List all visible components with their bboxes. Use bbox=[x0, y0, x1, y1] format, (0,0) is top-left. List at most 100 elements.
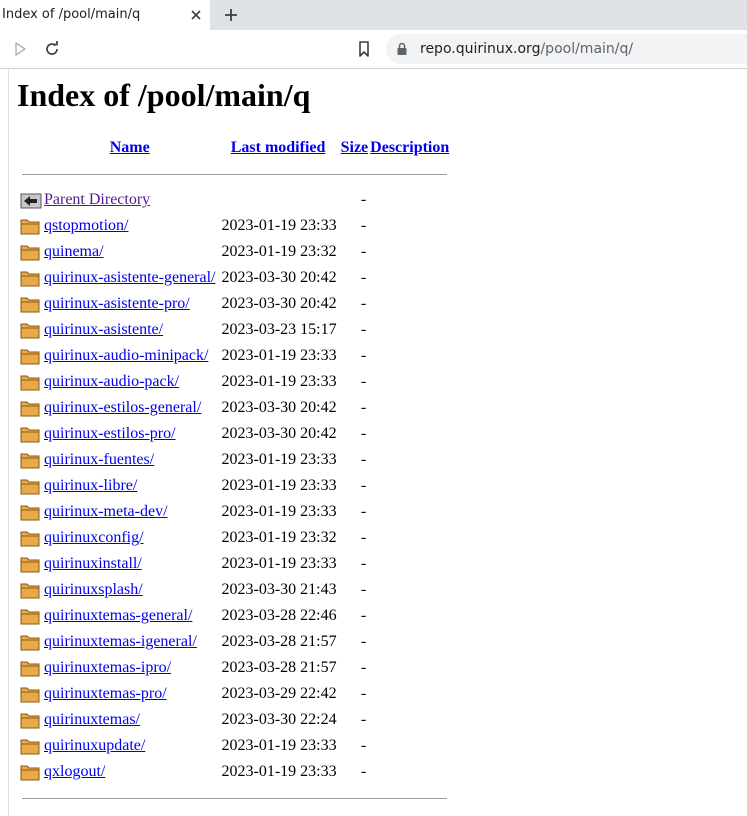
play-icon[interactable] bbox=[11, 40, 29, 58]
folder-link[interactable]: quirinux-meta-dev/ bbox=[44, 503, 168, 520]
folder-icon bbox=[20, 399, 42, 417]
size-cell: - bbox=[360, 347, 367, 364]
modified-cell: 2023-03-30 22:24 bbox=[221, 711, 337, 728]
folder-link[interactable]: quirinuxtemas-ipro/ bbox=[44, 659, 171, 676]
address-bar[interactable]: repo.quirinux.org/pool/main/q/ bbox=[386, 34, 747, 64]
lock-icon bbox=[397, 42, 407, 55]
size-cell: - bbox=[360, 217, 367, 234]
parent-date-cell bbox=[218, 187, 339, 213]
icon-cell bbox=[20, 681, 42, 707]
folder-link[interactable]: quinema/ bbox=[44, 243, 104, 260]
modified-header: Last modified bbox=[218, 135, 339, 161]
folder-link[interactable]: quirinux-audio-pack/ bbox=[44, 373, 179, 390]
name-cell: qxlogout/ bbox=[44, 759, 216, 785]
folder-icon bbox=[20, 451, 42, 469]
folder-link[interactable]: quirinuxtemas-igeneral/ bbox=[44, 633, 197, 650]
url-host: repo.quirinux.org bbox=[420, 41, 541, 57]
parent-name-cell: Parent Directory bbox=[44, 187, 216, 213]
size-cell: - bbox=[360, 503, 367, 520]
icon-cell bbox=[20, 447, 42, 473]
url-path: /pool/main/q/ bbox=[540, 41, 634, 57]
close-icon[interactable] bbox=[189, 8, 203, 22]
folder-link[interactable]: quirinuxtemas-general/ bbox=[44, 607, 192, 624]
list-item: quirinuxtemas/2023-03-30 22:24 - bbox=[20, 707, 449, 733]
folder-icon bbox=[20, 373, 42, 391]
name-cell: quirinux-audio-minipack/ bbox=[44, 343, 216, 369]
folder-link[interactable]: qxlogout/ bbox=[44, 763, 105, 780]
description-cell bbox=[370, 759, 449, 785]
divider-line bbox=[22, 797, 448, 799]
folder-link[interactable]: quirinux-estilos-general/ bbox=[44, 399, 201, 416]
modified-cell: 2023-01-19 23:33 bbox=[221, 503, 337, 520]
description-cell bbox=[370, 291, 449, 317]
folder-link[interactable]: quirinuxinstall/ bbox=[44, 555, 142, 572]
folder-link[interactable]: quirinuxupdate/ bbox=[44, 737, 145, 754]
active-tab[interactable]: Index of /pool/main/q bbox=[0, 0, 210, 30]
modified-cell: 2023-01-19 23:33 bbox=[221, 737, 337, 754]
modified-cell: 2023-03-28 21:57 bbox=[221, 659, 337, 676]
description-cell bbox=[370, 603, 449, 629]
sort-description-link[interactable]: Description bbox=[370, 139, 449, 156]
folder-link[interactable]: quirinux-asistente-general/ bbox=[44, 269, 216, 286]
folder-link[interactable]: qstopmotion/ bbox=[44, 217, 128, 234]
description-cell bbox=[370, 499, 449, 525]
name-cell: quirinux-fuentes/ bbox=[44, 447, 216, 473]
plus-icon[interactable] bbox=[223, 7, 239, 23]
modified-cell: 2023-03-28 22:46 bbox=[221, 607, 337, 624]
list-item: quirinux-asistente-general/2023-03-30 20… bbox=[20, 265, 449, 291]
size-cell: - bbox=[360, 243, 367, 260]
bookmark-icon[interactable] bbox=[355, 40, 373, 58]
icon-cell bbox=[20, 499, 42, 525]
description-cell bbox=[370, 577, 449, 603]
icon-cell bbox=[20, 473, 42, 499]
folder-link[interactable]: quirinuxconfig/ bbox=[44, 529, 144, 546]
list-item: quirinuxinstall/2023-01-19 23:33 - bbox=[20, 551, 449, 577]
name-cell: qstopmotion/ bbox=[44, 213, 216, 239]
description-cell bbox=[370, 239, 449, 265]
modified-cell: 2023-01-19 23:33 bbox=[221, 477, 337, 494]
name-cell: quirinux-estilos-general/ bbox=[44, 395, 216, 421]
description-cell bbox=[370, 681, 449, 707]
folder-link[interactable]: quirinux-audio-minipack/ bbox=[44, 347, 208, 364]
divider-cell bbox=[20, 161, 449, 187]
list-item: quirinux-audio-minipack/2023-01-19 23:33… bbox=[20, 343, 449, 369]
list-item: quirinuxtemas-general/2023-03-28 22:46 - bbox=[20, 603, 449, 629]
folder-link[interactable]: quirinuxsplash/ bbox=[44, 581, 143, 598]
header-divider bbox=[20, 161, 449, 187]
icon-cell bbox=[20, 733, 42, 759]
folder-icon bbox=[20, 685, 42, 703]
list-item: quirinux-estilos-pro/2023-03-30 20:42 - bbox=[20, 421, 449, 447]
reload-icon[interactable] bbox=[43, 40, 61, 58]
folder-link[interactable]: quirinuxtemas-pro/ bbox=[44, 685, 167, 702]
folder-link[interactable]: quirinux-fuentes/ bbox=[44, 451, 154, 468]
sort-modified-link[interactable]: Last modified bbox=[231, 139, 326, 156]
name-cell: quirinux-asistente-pro/ bbox=[44, 291, 216, 317]
modified-cell: 2023-01-19 23:32 bbox=[221, 529, 337, 546]
folder-link[interactable]: quirinux-asistente/ bbox=[44, 321, 163, 338]
folder-link[interactable]: quirinux-libre/ bbox=[44, 477, 137, 494]
folder-icon bbox=[20, 503, 42, 521]
size-cell: - bbox=[360, 633, 367, 650]
list-item: quirinux-asistente-pro/2023-03-30 20:42 - bbox=[20, 291, 449, 317]
folder-link[interactable]: quirinux-estilos-pro/ bbox=[44, 425, 176, 442]
list-item: quirinuxtemas-igeneral/2023-03-28 21:57 - bbox=[20, 629, 449, 655]
folder-link[interactable]: quirinuxtemas/ bbox=[44, 711, 140, 728]
sort-size-link[interactable]: Size bbox=[341, 139, 369, 156]
icon-cell bbox=[20, 603, 42, 629]
size-cell: - bbox=[360, 763, 367, 780]
list-item: quirinuxupdate/2023-01-19 23:33 - bbox=[20, 733, 449, 759]
parent-size-cell: - bbox=[360, 191, 367, 208]
name-cell: quirinuxsplash/ bbox=[44, 577, 216, 603]
parent-directory-link[interactable]: Parent Directory bbox=[44, 191, 150, 208]
size-cell: - bbox=[360, 477, 367, 494]
name-cell: quirinuxinstall/ bbox=[44, 551, 216, 577]
sort-name-link[interactable]: Name bbox=[110, 139, 150, 156]
divider-cell bbox=[20, 785, 449, 811]
list-item: quirinuxconfig/2023-01-19 23:32 - bbox=[20, 525, 449, 551]
description-cell bbox=[370, 343, 449, 369]
name-cell: quirinuxupdate/ bbox=[44, 733, 216, 759]
folder-link[interactable]: quirinux-asistente-pro/ bbox=[44, 295, 190, 312]
size-cell: - bbox=[360, 321, 367, 338]
description-cell bbox=[370, 551, 449, 577]
modified-cell: 2023-03-28 21:57 bbox=[221, 633, 337, 650]
